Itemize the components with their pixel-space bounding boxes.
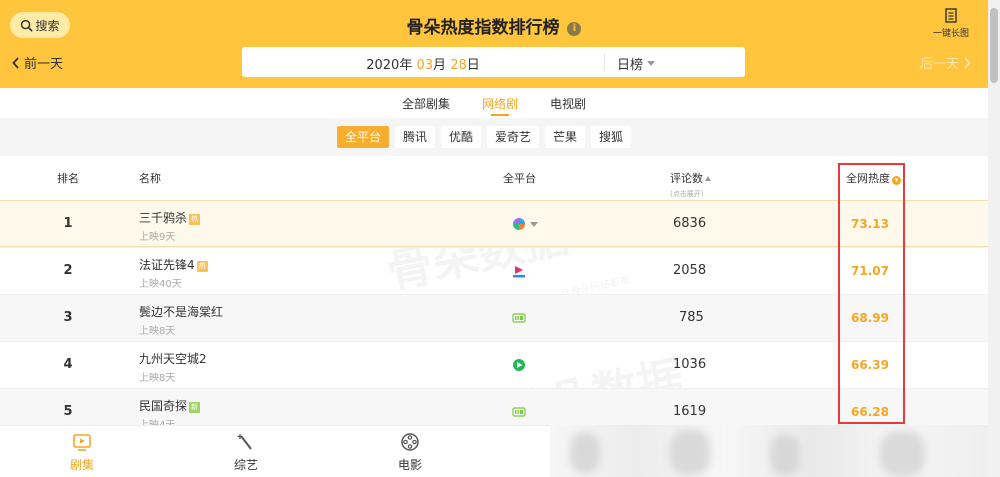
page-title-text: 骨朵热度指数排行榜 xyxy=(406,18,560,38)
header-platform: 全平台 xyxy=(503,172,536,185)
header-comments[interactable]: 评论数 (点击展开) xyxy=(670,170,711,199)
hot-tag-badge: 热 xyxy=(196,261,208,272)
row-title-text: 九州天空城2 xyxy=(139,352,207,366)
header-comments-label: 评论数 xyxy=(670,172,703,185)
scrollbar-thumb[interactable] xyxy=(990,8,998,83)
row-days: 上映8天 xyxy=(139,326,176,337)
date-selector[interactable]: 2020年 03月 28日 日榜 xyxy=(242,47,745,77)
date-year: 2020 xyxy=(366,58,400,73)
date-month: 03 xyxy=(416,58,434,73)
nav-series-label: 剧集 xyxy=(69,458,94,472)
next-day-button[interactable]: 后一天 xyxy=(920,53,971,72)
info-icon[interactable]: ⅰ xyxy=(567,22,582,36)
nav-movie-label: 电影 xyxy=(397,458,422,472)
caret-down-icon xyxy=(647,61,656,66)
youku-icon[interactable] xyxy=(512,264,526,278)
row-comments: 6836 xyxy=(673,216,707,231)
long-image-button[interactable]: 一键长图 xyxy=(926,8,976,39)
date-display[interactable]: 2020年 03月 28日 xyxy=(242,54,604,73)
row-comments: 785 xyxy=(679,310,704,325)
row-days: 上映40天 xyxy=(139,279,182,290)
row-days: 上映8天 xyxy=(139,373,176,384)
row-rank: 2 xyxy=(63,263,73,278)
next-day-label: 后一天 xyxy=(920,57,960,72)
hot-tag-badge: 热 xyxy=(189,214,201,225)
nav-movie[interactable]: 电影 xyxy=(380,432,440,473)
sort-icon[interactable] xyxy=(705,176,711,181)
bottom-nav: 剧集 综艺 电影 xyxy=(0,425,550,477)
long-image-label: 一键长图 xyxy=(932,29,969,39)
filter-iqiyi[interactable]: 爱奇艺 xyxy=(487,126,540,148)
filter-mango[interactable]: 芒果 xyxy=(545,126,586,148)
date-year-unit: 年 xyxy=(399,58,413,73)
filter-sohu[interactable]: 搜狐 xyxy=(591,126,632,148)
chevron-left-icon xyxy=(12,56,19,69)
row-title[interactable]: 九州天空城2 xyxy=(139,350,207,367)
header-rank: 排名 xyxy=(57,172,79,185)
nav-variety-label: 综艺 xyxy=(233,458,258,472)
iqiyi-icon[interactable] xyxy=(512,405,526,419)
date-divider xyxy=(604,53,605,71)
chevron-right-icon xyxy=(964,56,971,69)
filter-youku[interactable]: 优酷 xyxy=(440,126,481,148)
row-title-text: 民国奇探 xyxy=(139,399,188,413)
row-title[interactable]: 法证先锋4 热 xyxy=(139,256,208,273)
row-comments: 1619 xyxy=(673,404,707,419)
range-type-label: 日榜 xyxy=(617,58,644,73)
tab-web-series[interactable]: 网络剧 xyxy=(482,88,518,118)
blurred-image-strip xyxy=(550,425,988,477)
row-rank: 3 xyxy=(63,310,73,325)
category-tabs: 全部剧集 网络剧 电视剧 xyxy=(0,88,988,118)
iqiyi-icon[interactable] xyxy=(512,311,526,325)
row-rank: 1 xyxy=(63,216,73,231)
row-title[interactable]: 三千鸦杀热 xyxy=(139,209,201,226)
row-title[interactable]: 民国奇探新 xyxy=(139,397,201,414)
row-days: 上映9天 xyxy=(139,232,176,243)
tv-icon xyxy=(73,434,91,451)
tab-tv-series[interactable]: 电视剧 xyxy=(550,88,586,118)
header-comments-hint: (点击展开) xyxy=(670,190,704,198)
filter-tencent[interactable]: 腾讯 xyxy=(394,126,435,148)
film-reel-icon xyxy=(401,433,419,451)
nav-variety[interactable]: 综艺 xyxy=(216,432,276,473)
page-title: 骨朵热度指数排行榜 ⅰ xyxy=(0,13,988,38)
tab-all-series[interactable]: 全部剧集 xyxy=(402,88,450,118)
tencent-video-icon[interactable] xyxy=(512,358,526,372)
caret-down-icon[interactable] xyxy=(530,222,538,227)
nav-series[interactable]: 剧集 xyxy=(52,432,112,473)
date-day-unit: 日 xyxy=(466,58,480,73)
row-title-text: 三千鸦杀 xyxy=(139,211,188,225)
magic-wand-icon xyxy=(237,434,252,450)
row-rank: 5 xyxy=(63,404,73,419)
header-name: 名称 xyxy=(139,172,161,185)
range-type-dropdown[interactable]: 日榜 xyxy=(617,54,656,73)
multi-platform-icon[interactable] xyxy=(512,217,526,231)
row-comments: 1036 xyxy=(673,357,707,372)
row-title[interactable]: 鬓边不是海棠红 xyxy=(139,303,223,320)
platform-filter-bar: 全平台 腾讯 优酷 爱奇艺 芒果 搜狐 xyxy=(0,118,988,156)
row-title-text: 法证先锋4 xyxy=(139,258,195,272)
vertical-scrollbar[interactable] xyxy=(988,0,1000,477)
date-day: 28 xyxy=(450,58,467,73)
row-title-text: 鬓边不是海棠红 xyxy=(139,305,224,319)
heat-highlight-box xyxy=(838,163,905,424)
long-image-icon xyxy=(945,8,957,23)
new-tag-badge: 新 xyxy=(189,402,201,413)
top-header: 搜索 骨朵热度指数排行榜 ⅰ 一键长图 前一天 2020年 03月 28日 日榜… xyxy=(0,0,988,88)
prev-day-label: 前一天 xyxy=(24,57,64,72)
prev-day-button[interactable]: 前一天 xyxy=(12,53,63,72)
row-rank: 4 xyxy=(63,357,73,372)
filter-all-platforms[interactable]: 全平台 xyxy=(336,126,389,148)
row-comments: 2058 xyxy=(673,263,707,278)
date-month-unit: 月 xyxy=(433,58,447,73)
